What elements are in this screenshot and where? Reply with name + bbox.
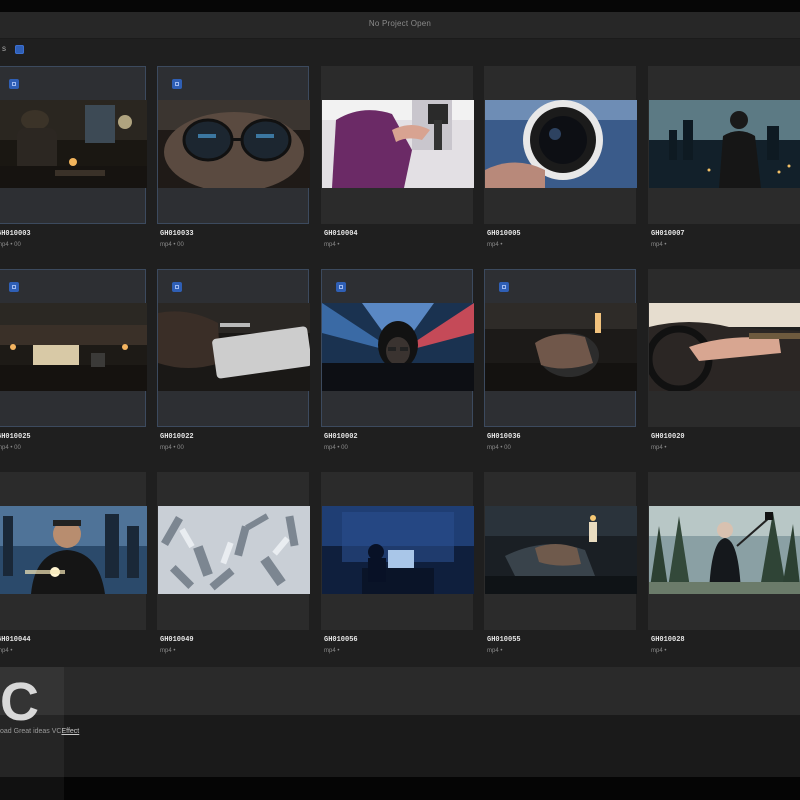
watermark-caption: oad Great ideas VCEffect bbox=[0, 728, 79, 735]
clip-meta: mp4 • bbox=[324, 242, 340, 248]
clip-thumbnail[interactable] bbox=[322, 303, 474, 391]
clip-name: GH010036 bbox=[487, 433, 521, 441]
clip-tile[interactable]: GH010055 mp4 • bbox=[484, 472, 637, 654]
toolbar-label: s bbox=[2, 44, 6, 53]
clip-meta: mp4 • 00 bbox=[487, 445, 511, 451]
clip-tile[interactable]: GH010056 mp4 • bbox=[321, 472, 474, 654]
clip-meta: mp4 • bbox=[651, 648, 667, 654]
clip-name: GH010002 bbox=[324, 433, 358, 441]
media-toolbar: s bbox=[0, 39, 800, 61]
clip-meta: mp4 • bbox=[487, 242, 503, 248]
clip-thumbnail[interactable] bbox=[485, 303, 637, 391]
clip-thumbnail[interactable] bbox=[649, 303, 800, 391]
clip-meta: mp4 • bbox=[0, 648, 13, 654]
clip-tile[interactable]: GH010020 mp4 • bbox=[648, 269, 800, 451]
clip-meta: mp4 • 00 bbox=[160, 445, 184, 451]
watermark-logo: C bbox=[0, 672, 39, 732]
clip-thumbnail[interactable] bbox=[322, 100, 474, 188]
clip-name: GH010022 bbox=[160, 433, 194, 441]
clip-name: GH010003 bbox=[0, 230, 31, 238]
clip-thumbnail[interactable] bbox=[0, 100, 147, 188]
clip-select-checkbox[interactable] bbox=[172, 282, 182, 292]
watermark-caption-text: oad Great ideas VC bbox=[0, 728, 62, 735]
clip-select-checkbox[interactable] bbox=[9, 282, 19, 292]
clip-tile[interactable]: GH010028 mp4 • bbox=[648, 472, 800, 654]
clip-name: GH010020 bbox=[651, 433, 685, 441]
clip-name: GH010056 bbox=[324, 636, 358, 644]
select-all-checkbox[interactable] bbox=[15, 45, 24, 54]
status-area bbox=[0, 715, 800, 777]
clip-meta: mp4 • bbox=[160, 648, 176, 654]
clip-name: GH010049 bbox=[160, 636, 194, 644]
clip-meta: mp4 • bbox=[651, 445, 667, 451]
clip-tile[interactable]: GH010007 mp4 • bbox=[648, 66, 800, 248]
clip-thumbnail[interactable] bbox=[0, 303, 147, 391]
clip-tile[interactable]: GH010022 mp4 • 00 bbox=[157, 269, 310, 451]
clip-tile[interactable]: GH010005 mp4 • bbox=[484, 66, 637, 248]
clip-select-checkbox[interactable] bbox=[172, 79, 182, 89]
clip-name: GH010028 bbox=[651, 636, 685, 644]
top-edge-band bbox=[0, 0, 800, 12]
clip-meta: mp4 • bbox=[487, 648, 503, 654]
clip-name: GH010055 bbox=[487, 636, 521, 644]
clip-thumbnail[interactable] bbox=[322, 506, 474, 594]
clip-thumbnail[interactable] bbox=[158, 506, 310, 594]
clip-thumbnail[interactable] bbox=[158, 303, 310, 391]
clip-select-checkbox[interactable] bbox=[499, 282, 509, 292]
clip-tile[interactable]: GH010049 mp4 • bbox=[157, 472, 310, 654]
clip-thumbnail[interactable] bbox=[0, 506, 147, 594]
clip-name: GH010004 bbox=[324, 230, 358, 238]
clip-meta: mp4 • 00 bbox=[160, 242, 184, 248]
clip-name: GH010025 bbox=[0, 433, 31, 441]
clip-meta: mp4 • 00 bbox=[0, 445, 21, 451]
bottom-panel bbox=[0, 667, 800, 715]
clip-name: GH010007 bbox=[651, 230, 685, 238]
clip-thumbnail[interactable] bbox=[649, 506, 800, 594]
clip-tile[interactable]: GH010025 mp4 • 00 bbox=[0, 269, 147, 451]
clip-tile[interactable]: GH010003 mp4 • 00 bbox=[0, 66, 147, 248]
media-browser-grid: GH010003 mp4 • 00 GH010033 mp4 • 00 GH010004… bbox=[0, 61, 800, 667]
clip-name: GH010044 bbox=[0, 636, 31, 644]
clip-tile[interactable]: GH010002 mp4 • 00 bbox=[321, 269, 474, 451]
clip-meta: mp4 • bbox=[651, 242, 667, 248]
bottom-edge-band bbox=[0, 777, 800, 800]
watermark-link[interactable]: Effect bbox=[61, 728, 79, 735]
clip-tile[interactable]: GH010036 mp4 • 00 bbox=[484, 269, 637, 451]
clip-name: GH010005 bbox=[487, 230, 521, 238]
clip-tile[interactable]: GH010004 mp4 • bbox=[321, 66, 474, 248]
clip-tile[interactable]: GH010033 mp4 • 00 bbox=[157, 66, 310, 248]
clip-name: GH010033 bbox=[160, 230, 194, 238]
clip-tile[interactable]: GH010044 mp4 • bbox=[0, 472, 147, 654]
clip-thumbnail[interactable] bbox=[485, 506, 637, 594]
clip-thumbnail[interactable] bbox=[649, 100, 800, 188]
clip-thumbnail[interactable] bbox=[485, 100, 637, 188]
clip-meta: mp4 • 00 bbox=[324, 445, 348, 451]
clip-thumbnail[interactable] bbox=[158, 100, 310, 188]
clip-select-checkbox[interactable] bbox=[336, 282, 346, 292]
title-bar: No Project Open bbox=[0, 12, 800, 39]
window-title: No Project Open bbox=[368, 19, 432, 28]
clip-meta: mp4 • 00 bbox=[0, 242, 21, 248]
clip-select-checkbox[interactable] bbox=[9, 79, 19, 89]
clip-meta: mp4 • bbox=[324, 648, 340, 654]
